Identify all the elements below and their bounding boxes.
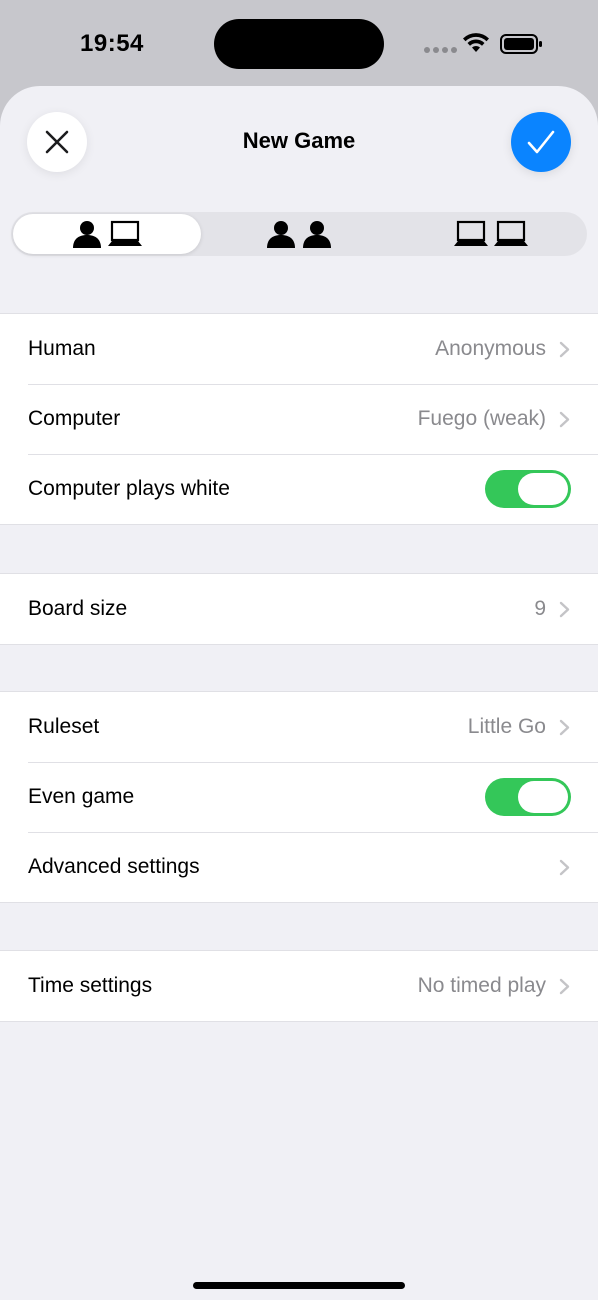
computer-value: Fuego (weak) [417, 407, 546, 430]
segment-human-vs-human[interactable] [205, 214, 393, 254]
computer-plays-white-row: Computer plays white [0, 454, 598, 524]
dynamic-island [214, 19, 384, 69]
battery-icon [500, 34, 542, 54]
checkmark-icon [527, 130, 555, 154]
cellular-signal-icon [424, 47, 457, 53]
time-settings-row[interactable]: Time settings No timed play [0, 951, 598, 1021]
even-game-label: Even game [28, 785, 135, 808]
chevron-right-icon [559, 341, 570, 358]
toggle-knob [518, 781, 568, 813]
chevron-right-icon [559, 978, 570, 995]
ruleset-value: Little Go [467, 715, 546, 738]
person-icon [73, 221, 101, 248]
status-bar: 19:54 [0, 0, 598, 86]
human-label: Human [28, 337, 96, 360]
chevron-right-icon [559, 719, 570, 736]
segment-computer-vs-computer[interactable] [397, 214, 585, 254]
laptop-icon [494, 220, 528, 246]
segment-human-vs-computer[interactable] [13, 214, 201, 254]
person-icon [303, 221, 331, 248]
game-type-segmented-control [11, 212, 587, 256]
laptop-icon [454, 220, 488, 246]
advanced-settings-row[interactable]: Advanced settings [0, 832, 598, 902]
time-settings-value: No timed play [417, 974, 546, 997]
rules-group: Ruleset Little Go Even game Advanced set… [0, 691, 598, 903]
chevron-right-icon [559, 411, 570, 428]
computer-row[interactable]: Computer Fuego (weak) [0, 384, 598, 454]
time-settings-label: Time settings [28, 974, 153, 997]
laptop-icon [108, 220, 142, 246]
toggle-knob [518, 473, 568, 505]
board-size-row[interactable]: Board size 9 [0, 574, 598, 644]
chevron-right-icon [559, 601, 570, 618]
new-game-sheet: New Game Human Anonymous Computer Fuego … [0, 86, 598, 1300]
ruleset-row[interactable]: Ruleset Little Go [0, 692, 598, 762]
board-size-label: Board size [28, 597, 128, 620]
status-time: 19:54 [80, 30, 144, 57]
time-group: Time settings No timed play [0, 950, 598, 1022]
chevron-right-icon [559, 859, 570, 876]
human-value: Anonymous [435, 337, 546, 360]
board-size-value: 9 [534, 597, 546, 620]
board-group: Board size 9 [0, 573, 598, 645]
players-group: Human Anonymous Computer Fuego (weak) Co… [0, 313, 598, 525]
advanced-settings-label: Advanced settings [28, 855, 200, 878]
wifi-icon [463, 33, 489, 52]
human-row[interactable]: Human Anonymous [0, 314, 598, 384]
computer-plays-white-toggle[interactable] [485, 470, 571, 508]
even-game-row: Even game [0, 762, 598, 832]
ruleset-label: Ruleset [28, 715, 100, 738]
page-title: New Game [242, 128, 356, 153]
even-game-toggle[interactable] [485, 778, 571, 816]
home-indicator [193, 1282, 405, 1289]
person-icon [267, 221, 295, 248]
computer-plays-white-label: Computer plays white [28, 477, 230, 500]
computer-label: Computer [28, 407, 121, 430]
done-button[interactable] [511, 112, 571, 172]
